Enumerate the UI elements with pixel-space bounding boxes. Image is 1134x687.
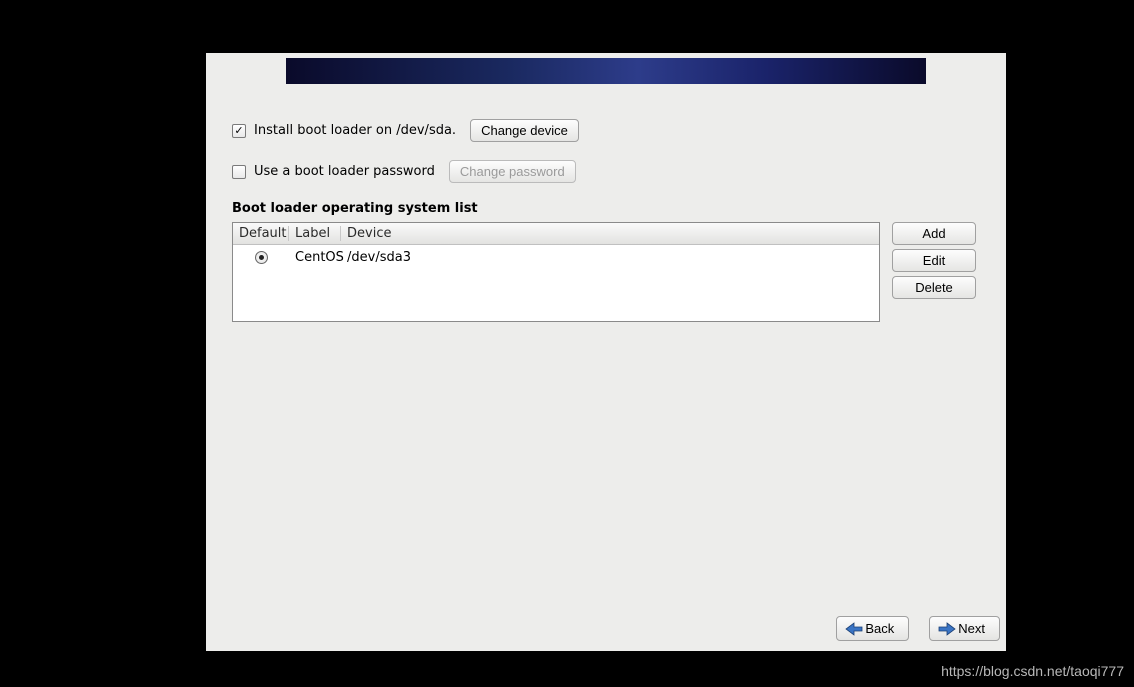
checkmark-icon: ✓: [234, 125, 243, 136]
change-password-button: Change password: [449, 160, 576, 183]
edit-button[interactable]: Edit: [892, 249, 976, 272]
arrow-left-icon: [845, 622, 863, 636]
delete-button[interactable]: Delete: [892, 276, 976, 299]
install-boot-loader-row: ✓ Install boot loader on /dev/sda. Chang…: [232, 119, 980, 142]
default-os-radio[interactable]: [255, 251, 268, 264]
next-button[interactable]: Next: [929, 616, 1000, 641]
row-label: CentOS: [289, 250, 341, 265]
radio-dot-icon: [259, 255, 264, 260]
next-label: Next: [958, 621, 985, 636]
arrow-right-icon: [938, 622, 956, 636]
th-device[interactable]: Device: [341, 226, 879, 241]
use-password-label: Use a boot loader password: [254, 164, 435, 179]
add-button[interactable]: Add: [892, 222, 976, 245]
back-button[interactable]: Back: [836, 616, 909, 641]
os-side-buttons: Add Edit Delete: [892, 222, 976, 299]
row-device: /dev/sda3: [341, 250, 879, 265]
install-boot-loader-checkbox[interactable]: ✓: [232, 124, 246, 138]
use-password-row: Use a boot loader password Change passwo…: [232, 160, 980, 183]
back-label: Back: [865, 621, 894, 636]
content-area: ✓ Install boot loader on /dev/sda. Chang…: [206, 109, 1006, 322]
os-table-header: Default Label Device: [233, 223, 879, 245]
os-list-title: Boot loader operating system list: [232, 201, 980, 216]
header-banner: [286, 58, 926, 84]
os-table: Default Label Device CentOS /dev/sda3: [232, 222, 880, 322]
th-label[interactable]: Label: [289, 226, 341, 241]
table-row[interactable]: CentOS /dev/sda3: [233, 245, 879, 269]
watermark-text: https://blog.csdn.net/taoqi777: [941, 663, 1124, 679]
use-password-checkbox[interactable]: [232, 165, 246, 179]
nav-footer: Back Next: [836, 616, 1000, 641]
os-list-wrap: Default Label Device CentOS /dev/sda3 Ad…: [232, 222, 980, 322]
th-default[interactable]: Default: [233, 226, 289, 241]
change-device-button[interactable]: Change device: [470, 119, 579, 142]
installer-window: ✓ Install boot loader on /dev/sda. Chang…: [206, 53, 1006, 651]
install-boot-loader-label: Install boot loader on /dev/sda.: [254, 123, 456, 138]
